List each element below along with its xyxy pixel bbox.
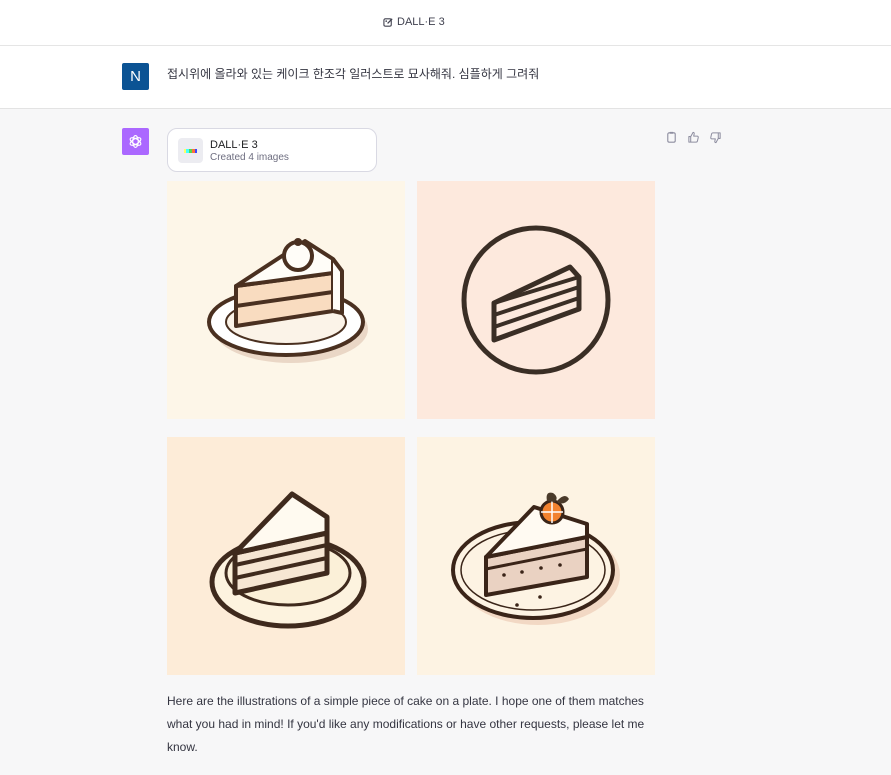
user-message-row: N 접시위에 올라와 있는 케이크 한조각 일러스트로 묘사해줘. 심플하게 그… xyxy=(0,46,891,109)
assistant-avatar xyxy=(122,128,149,155)
top-bar: DALL·E 3 xyxy=(0,0,891,46)
dalle-tool-icon xyxy=(178,138,203,163)
user-avatar-letter: N xyxy=(130,68,141,85)
message-actions xyxy=(664,130,723,144)
dalle-tool-card[interactable]: DALL·E 3 Created 4 images xyxy=(167,128,377,172)
cake-image-4[interactable] xyxy=(417,437,655,675)
assistant-reply-text: Here are the illustrations of a simple p… xyxy=(167,694,645,754)
thumbs-up-icon[interactable] xyxy=(686,130,701,144)
thumbs-down-icon[interactable] xyxy=(708,130,723,144)
model-title[interactable]: DALL·E 3 xyxy=(383,16,445,28)
user-message-text: 접시위에 올라와 있는 케이크 한조각 일러스트로 묘사해줘. 심플하게 그려줘 xyxy=(167,67,540,81)
user-avatar: N xyxy=(122,63,149,90)
cake-image-2[interactable] xyxy=(417,181,655,419)
copy-icon[interactable] xyxy=(664,130,679,144)
assistant-message-row: DALL·E 3 Created 4 images Here are the i… xyxy=(0,109,891,775)
cake-image-1[interactable] xyxy=(167,181,405,419)
cake-image-3[interactable] xyxy=(167,437,405,675)
openai-logo-icon xyxy=(129,134,142,149)
gpt-edit-icon xyxy=(383,17,393,27)
model-title-text: DALL·E 3 xyxy=(397,16,445,28)
tool-name: DALL·E 3 xyxy=(210,139,258,151)
tool-status: Created 4 images xyxy=(210,152,289,163)
